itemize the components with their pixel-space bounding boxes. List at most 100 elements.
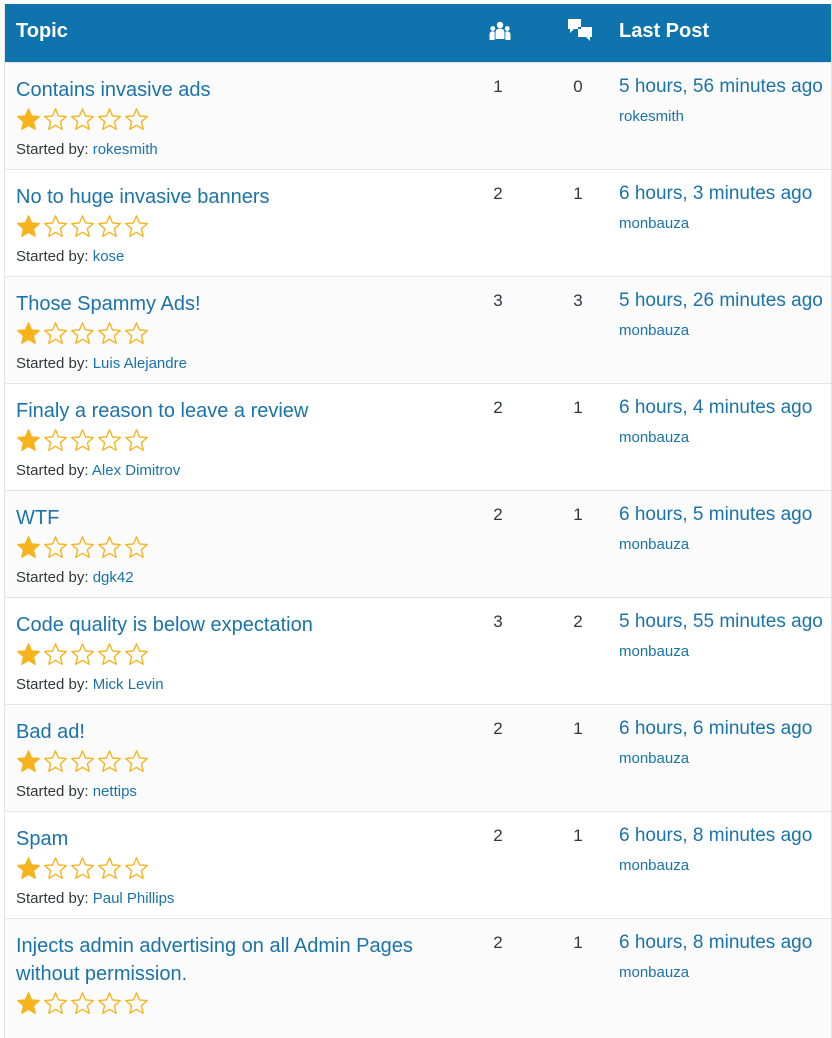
star-filled-icon [16,214,41,240]
topic-title-link[interactable]: No to huge invasive banners [16,183,446,211]
rating-stars [16,749,149,775]
star-empty-icon [97,214,122,240]
voice-count: 2 [493,933,503,952]
last-post-author-link[interactable]: monbauza [619,750,689,767]
started-by-label: Started by: [16,676,89,693]
last-post-time-link[interactable]: 6 hours, 8 minutes ago [619,932,812,954]
rating-stars [16,214,149,240]
topic-row: No to huge invasive banners Started by: … [5,169,831,276]
rating-stars [16,642,149,668]
users-icon [488,20,512,44]
started-by: Started by: dgk42 [16,569,134,586]
started-by-label: Started by: [16,462,89,479]
post-count: 1 [573,826,583,845]
post-count: 0 [573,77,583,96]
last-post-author-link[interactable]: monbauza [619,857,689,874]
star-empty-icon [97,321,122,347]
topic-title-link[interactable]: Contains invasive ads [16,76,446,104]
topic-author-link[interactable]: kose [93,248,125,265]
last-post-time-link[interactable]: 6 hours, 6 minutes ago [619,718,812,740]
topic-row: WTF Started by: dgk42 2 1 6 hours, 5 min… [5,490,831,597]
star-filled-icon [16,749,41,775]
star-empty-icon [97,856,122,882]
last-post-author-link[interactable]: monbauza [619,643,689,660]
star-filled-icon [16,991,41,1017]
topic-title-link[interactable]: Spam [16,825,446,853]
started-by: Started by: kose [16,248,124,265]
last-post-author-link[interactable]: monbauza [619,215,689,232]
star-empty-icon [70,321,95,347]
star-empty-icon [43,535,68,561]
voice-count: 2 [493,184,503,203]
topic-row: Code quality is below expectation Starte… [5,597,831,704]
star-empty-icon [70,642,95,668]
star-empty-icon [43,991,68,1017]
topic-author-link[interactable]: Mick Levin [93,676,164,693]
topic-author-link[interactable]: Luis Alejandre [93,355,187,372]
star-empty-icon [124,991,149,1017]
last-post-column-header: Last Post [619,20,710,42]
star-empty-icon [43,856,68,882]
post-count: 1 [573,398,583,417]
last-post-time-link[interactable]: 6 hours, 8 minutes ago [619,825,812,847]
post-count: 2 [573,612,583,631]
last-post-time-link[interactable]: 6 hours, 3 minutes ago [619,183,812,205]
topic-title-link[interactable]: Finaly a reason to leave a review [16,397,446,425]
post-count: 1 [573,505,583,524]
topic-title-link[interactable]: Injects admin advertising on all Admin P… [16,932,446,988]
last-post-author-link[interactable]: monbauza [619,964,689,981]
post-count: 1 [573,719,583,738]
last-post-author-link[interactable]: monbauza [619,429,689,446]
last-post-author-link[interactable]: monbauza [619,322,689,339]
topic-row: Contains invasive ads Started by: rokesm… [5,62,831,169]
last-post-author-link[interactable]: monbauza [619,536,689,553]
star-empty-icon [124,428,149,454]
started-by: Started by: rokesmith [16,141,158,158]
star-empty-icon [70,749,95,775]
topic-list-header: Topic Last Post [5,4,831,62]
post-count: 3 [573,291,583,310]
star-empty-icon [43,642,68,668]
topic-title-link[interactable]: Bad ad! [16,718,446,746]
last-post-time-link[interactable]: 5 hours, 56 minutes ago [619,76,823,98]
last-post-author-link[interactable]: rokesmith [619,108,684,125]
started-by: Started by: Alex Dimitrov [16,462,180,479]
star-empty-icon [43,214,68,240]
topic-author-link[interactable]: nettips [93,783,137,800]
star-empty-icon [70,428,95,454]
star-empty-icon [97,428,122,454]
topic-author-link[interactable]: Paul Phillips [93,890,175,907]
last-post-time-link[interactable]: 6 hours, 4 minutes ago [619,397,812,419]
star-filled-icon [16,642,41,668]
star-empty-icon [43,321,68,347]
voice-count: 3 [493,291,503,310]
started-by: Started by: nettips [16,783,137,800]
last-post-time-link[interactable]: 5 hours, 55 minutes ago [619,611,823,633]
star-empty-icon [124,535,149,561]
star-empty-icon [124,321,149,347]
started-by-label: Started by: [16,569,89,586]
started-by: Started by: Luis Alejandre [16,355,187,372]
star-filled-icon [16,107,41,133]
topic-title-link[interactable]: Code quality is below expectation [16,611,446,639]
star-empty-icon [43,749,68,775]
started-by-label: Started by: [16,355,89,372]
star-empty-icon [97,642,122,668]
voice-count: 1 [493,77,503,96]
last-post-time-link[interactable]: 5 hours, 26 minutes ago [619,290,823,312]
topic-row: Finaly a reason to leave a review Starte… [5,383,831,490]
topic-title-link[interactable]: Those Spammy Ads! [16,290,446,318]
rating-stars [16,428,149,454]
started-by: Started by: Mick Levin [16,676,164,693]
topic-author-link[interactable]: Alex Dimitrov [92,462,180,479]
topic-author-link[interactable]: rokesmith [93,141,158,158]
star-filled-icon [16,428,41,454]
star-empty-icon [70,991,95,1017]
rating-stars [16,107,149,133]
topic-author-link[interactable]: dgk42 [93,569,134,586]
rating-stars [16,991,149,1017]
voice-count: 2 [493,398,503,417]
last-post-time-link[interactable]: 6 hours, 5 minutes ago [619,504,812,526]
rating-stars [16,321,149,347]
topic-title-link[interactable]: WTF [16,504,446,532]
